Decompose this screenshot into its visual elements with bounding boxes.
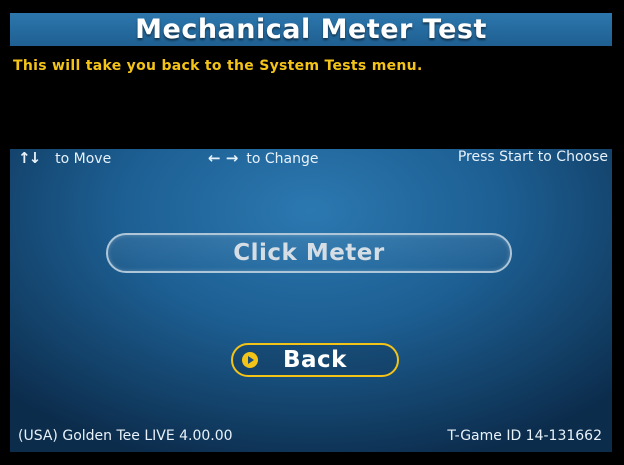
- message-box: This will take you back to the System Te…: [10, 46, 612, 149]
- title-bar: Mechanical Meter Test: [10, 13, 612, 46]
- up-down-arrows-icon: ↑↓: [18, 149, 41, 167]
- hint-change-label: to Change: [246, 151, 319, 167]
- hint-change: ← → to Change: [208, 149, 318, 167]
- back-button[interactable]: Back: [231, 343, 399, 377]
- click-meter-label: Click Meter: [233, 240, 385, 266]
- page-title: Mechanical Meter Test: [135, 14, 487, 45]
- hint-move-label: to Move: [55, 151, 112, 167]
- control-hints: ↑↓ to Move ← → to Change Press Start to Ch…: [10, 147, 612, 169]
- selection-pointer-icon: [242, 352, 258, 368]
- game-id: T-Game ID 14-131662: [447, 428, 602, 444]
- back-label: Back: [283, 347, 347, 373]
- version-info: (USA) Golden Tee LIVE 4.00.00: [18, 428, 233, 444]
- hint-move: ↑↓ to Move: [18, 149, 111, 167]
- help-message: This will take you back to the System Te…: [13, 58, 423, 74]
- click-meter-button[interactable]: Click Meter: [106, 233, 512, 273]
- hint-choose: Press Start to Choose: [457, 149, 608, 165]
- game-screen: Mechanical Meter Test This will take you…: [10, 13, 612, 452]
- left-right-arrows-icon: ← →: [208, 149, 239, 167]
